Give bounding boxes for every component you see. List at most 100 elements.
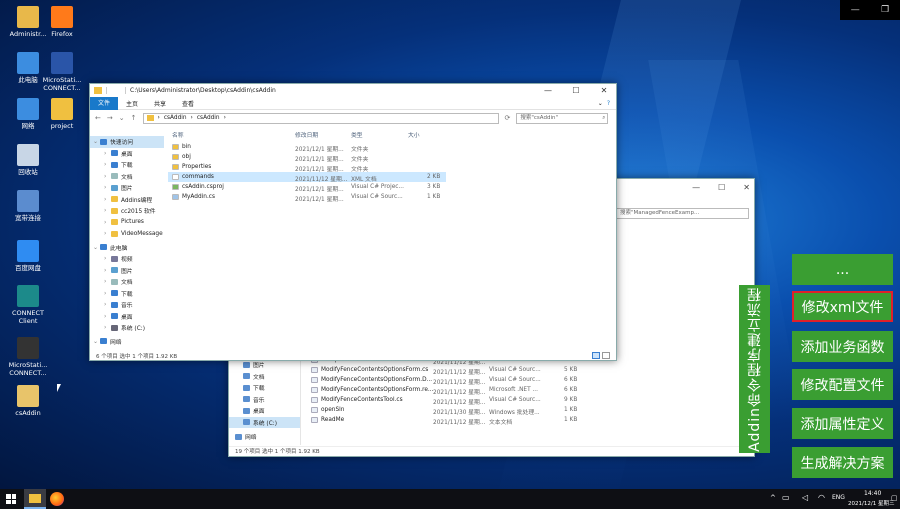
desktop-icon-recycle-bin[interactable]: 回收站 xyxy=(6,144,50,176)
start-button[interactable] xyxy=(6,494,16,504)
nav-item[interactable]: › 文档 xyxy=(90,276,164,288)
file-row[interactable]: openSln 2021/11/30 星期... Windows 批处理... 1 K… xyxy=(311,405,751,416)
refresh-icon[interactable]: ⟳ xyxy=(505,114,511,122)
nav-item[interactable]: › 桌面 xyxy=(90,311,164,323)
file-row[interactable]: obj 2021/12/1 星期... 文件夹 xyxy=(168,152,446,163)
nav-item[interactable]: 网络 xyxy=(229,431,300,443)
help-icon[interactable]: ? xyxy=(607,100,616,107)
firefox-taskbar-button[interactable] xyxy=(50,492,64,506)
file-row[interactable]: ModifyFenceContentsTool.cs 2021/11/12 星期.… xyxy=(311,395,751,406)
chevron-icon[interactable]: › xyxy=(104,196,111,203)
nav-item[interactable]: ⌄ 此电脑 xyxy=(90,242,164,254)
nav-item[interactable]: ⌄ 网络 xyxy=(90,336,164,348)
file-row[interactable]: csAddin.csproj 2021/12/1 星期... Visual C# P… xyxy=(168,182,446,193)
speaker-icon[interactable]: ◁ xyxy=(802,493,808,502)
file-explorer-taskbar-button[interactable] xyxy=(24,489,46,509)
chevron-icon[interactable]: › xyxy=(104,184,111,191)
explorer-window-front[interactable]: C:\Users\Administrator\Desktop\csAddin\c… xyxy=(89,83,617,361)
chevron-icon[interactable]: › xyxy=(104,255,111,262)
nav-item[interactable]: 文档 xyxy=(229,371,300,383)
workflow-step-button[interactable]: 修改配置文件 xyxy=(792,369,893,400)
desktop-icon-csaddin[interactable]: csAddin xyxy=(6,385,50,417)
chevron-icon[interactable]: › xyxy=(104,173,111,180)
input-method[interactable]: ENG xyxy=(832,494,845,501)
chevron-icon[interactable]: › xyxy=(104,161,111,168)
search-input[interactable]: 搜索"csAddin" ⌕ xyxy=(516,112,609,124)
minimize-button[interactable]: — xyxy=(536,84,560,97)
file-row[interactable]: commands 2021/11/12 星期... XML 文档 2 KB xyxy=(168,172,446,183)
desktop-icon-baidu-netdisk[interactable]: 百度网盘 xyxy=(6,240,50,272)
search-input[interactable]: 搜索"ManagedFenceExamp... xyxy=(615,208,749,219)
chevron-down-icon[interactable]: ⌄ xyxy=(598,100,607,107)
file-row[interactable]: MyAddin.cs 2021/12/1 星期... Visual C# Sourc… xyxy=(168,192,446,203)
details-view-icon[interactable] xyxy=(592,352,600,359)
chevron-icon[interactable]: › xyxy=(104,278,111,285)
workflow-step-button[interactable]: 修改xml文件 xyxy=(792,291,893,322)
workflow-step-button[interactable]: 添加属性定义 xyxy=(792,408,893,439)
clock-time[interactable]: 14:40 xyxy=(864,490,881,497)
chevron-icon[interactable]: › xyxy=(104,301,111,308)
chevron-icon[interactable]: › xyxy=(104,324,111,331)
forward-arrow-icon[interactable]: → xyxy=(107,114,113,122)
desktop-icon-broadband[interactable]: 宽带连接 xyxy=(6,190,50,222)
desktop-icon-connect-client[interactable]: CONNECT Client xyxy=(6,285,50,325)
file-row[interactable]: ModifyFenceContentsOptionsForm.cs 2021/11… xyxy=(311,365,751,376)
nav-item[interactable]: › 图片 xyxy=(90,182,164,194)
workflow-step-button[interactable]: ... xyxy=(792,254,893,285)
nav-item[interactable]: 下载 xyxy=(229,382,300,394)
file-row[interactable]: ReadMe 2021/11/12 星期... 文本文档 1 KB xyxy=(311,415,751,426)
column-header[interactable]: 修改日期 xyxy=(295,130,318,139)
close-button[interactable]: ✕ xyxy=(592,84,616,97)
desktop-icon-folder[interactable]: project xyxy=(40,98,84,130)
nav-item[interactable]: › 视频 xyxy=(90,253,164,265)
up-arrow-icon[interactable]: ↑ xyxy=(131,114,137,122)
nav-item[interactable]: › cc2015 软件 xyxy=(90,205,164,217)
nav-item[interactable]: › VideoMessage xyxy=(90,228,164,240)
nav-item[interactable]: › 音乐 xyxy=(90,299,164,311)
nav-item[interactable]: ⌄ 快速访问 xyxy=(90,136,164,148)
nav-item[interactable]: 音乐 xyxy=(229,394,300,406)
chevron-icon[interactable]: › xyxy=(104,230,111,237)
tab-file[interactable]: 文件 xyxy=(90,96,119,110)
column-header[interactable]: 名称 xyxy=(172,130,184,139)
chevron-icon[interactable]: ⌄ xyxy=(93,244,100,251)
nav-item[interactable]: › 图片 xyxy=(90,265,164,277)
nav-item[interactable]: › 下载 xyxy=(90,159,164,171)
clock-date[interactable]: 2021/12/1 星期三 xyxy=(848,499,894,507)
breadcrumb-item[interactable]: csAddin xyxy=(197,115,220,121)
chevron-icon[interactable]: › xyxy=(104,150,111,157)
column-header[interactable]: 类型 xyxy=(351,130,363,139)
nav-item[interactable]: 桌面 xyxy=(229,405,300,417)
chevron-icon[interactable]: › xyxy=(104,207,111,214)
column-header[interactable]: 大小 xyxy=(408,130,420,139)
file-row[interactable]: ModifyFenceContentsOptionsForm.re... 2021… xyxy=(311,385,751,396)
nav-item[interactable]: 系统 (C:) xyxy=(229,416,300,428)
desktop-icon-microstation-dark[interactable]: MicroStati... CONNECT... xyxy=(6,337,50,377)
breadcrumb-item[interactable]: csAddin xyxy=(164,115,187,121)
minimize-button[interactable]: — xyxy=(692,183,700,192)
nav-item[interactable]: › Pictures xyxy=(90,217,164,229)
tab-share[interactable]: 共享 xyxy=(146,99,174,108)
nav-item[interactable]: › 文档 xyxy=(90,171,164,183)
nav-item[interactable]: › 下载 xyxy=(90,288,164,300)
file-row[interactable]: ModifyFenceContentsOptionsForm.D... 2021/… xyxy=(311,375,751,386)
network-tray-icon[interactable]: ▭ xyxy=(782,493,790,502)
notification-icon[interactable]: ▢ xyxy=(891,494,898,502)
file-row[interactable]: bin 2021/12/1 星期... 文件夹 xyxy=(168,142,446,153)
quick-access-toolbar[interactable] xyxy=(106,87,126,94)
tray-chevron-icon[interactable]: ^ xyxy=(770,494,776,502)
workflow-step-button[interactable]: 生成解决方案 xyxy=(792,447,893,478)
back-arrow-icon[interactable]: ← xyxy=(95,114,101,122)
address-bar[interactable]: › csAddin › csAddin › xyxy=(142,112,499,124)
chevron-icon[interactable]: › xyxy=(104,219,111,226)
large-icons-view-icon[interactable] xyxy=(602,352,610,359)
chevron-icon[interactable]: ⌄ xyxy=(93,338,100,345)
minimize-icon[interactable]: — xyxy=(851,5,860,15)
file-row[interactable]: Properties 2021/12/1 星期... 文件夹 xyxy=(168,162,446,173)
tab-home[interactable]: 主页 xyxy=(118,99,146,108)
restore-icon[interactable]: ❐ xyxy=(881,5,889,15)
desktop-icon-microstation[interactable]: MicroStati... CONNECT... xyxy=(40,52,84,92)
desktop-icon-firefox[interactable]: Firefox xyxy=(40,6,84,38)
nav-item[interactable]: › 系统 (C:) xyxy=(90,322,164,334)
recent-chevron-icon[interactable]: ⌄ xyxy=(119,114,125,122)
